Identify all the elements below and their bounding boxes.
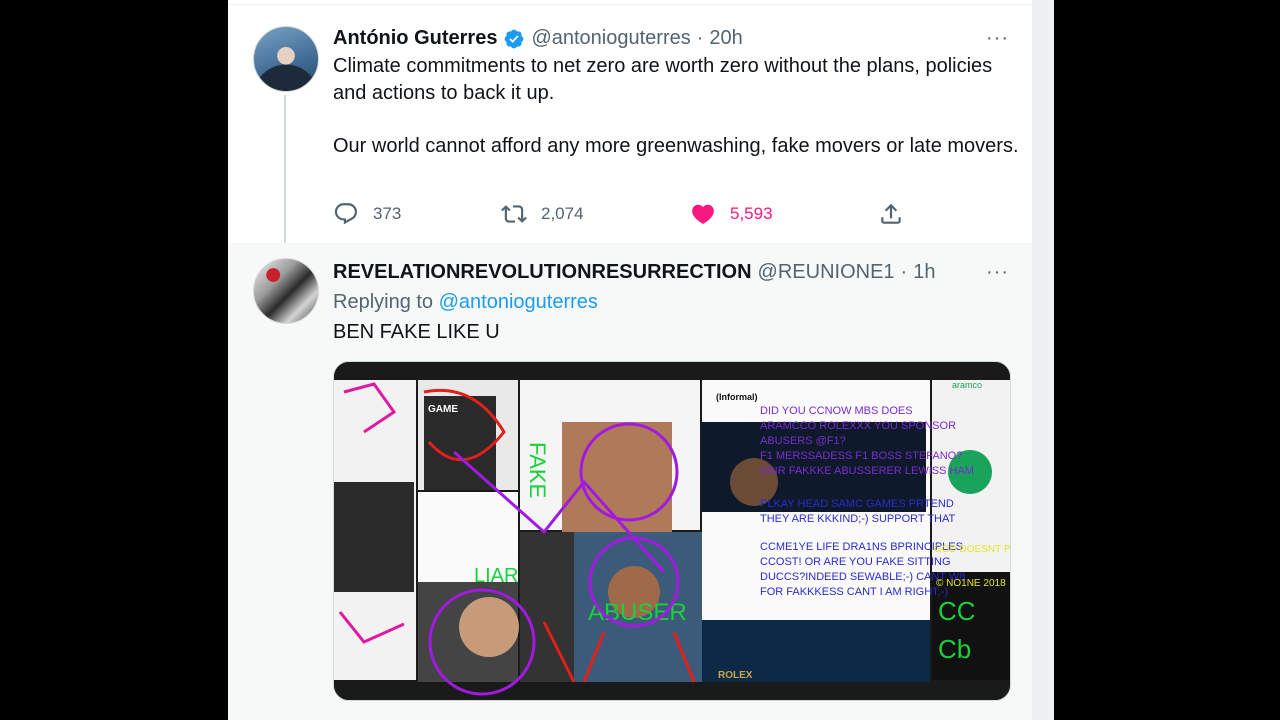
collage-text: Cb (938, 634, 971, 664)
reply-media-image[interactable]: GAME (Informal) aramco DID YOU CCNOW MBS… (333, 361, 1011, 701)
collage-text: ABUSERS @F1? (760, 435, 846, 447)
tweet-header: António Guterres @antonioguterres · 20h (333, 27, 743, 50)
reply-button[interactable]: 373 (333, 201, 401, 227)
share-icon (881, 203, 901, 224)
collage-text: GOD DOESNT PLAY DIC (934, 544, 1010, 555)
right-gutter (1032, 0, 1054, 720)
collage-text: aramco (952, 380, 982, 390)
more-options-icon[interactable]: ··· (986, 27, 1009, 50)
collage-text: (Informal) (716, 392, 758, 402)
heart-icon (692, 204, 714, 224)
collage-text: CC (938, 596, 976, 626)
reply-icon (334, 203, 358, 225)
collage-text: FOR FAKKKESS CANT I AM RIGHT;-) (760, 586, 948, 598)
replying-to-mention-link[interactable]: @antonioguterres (439, 291, 598, 313)
collage-text: DID YOU CCNOW MBS DOES (760, 405, 913, 417)
collage-text: F1 MERSSADESS F1 BOSS STEFANO? (760, 450, 962, 462)
reply-tweet[interactable]: REVELATIONREVOLUTIONRESURRECTION @REUNIO… (228, 243, 1032, 720)
verified-badge-icon (503, 28, 525, 50)
collage-text: SSIR FAKKKE ABUSSERER LEWISS HAM (760, 465, 974, 477)
collage-text: ROLEX (718, 670, 753, 681)
reply-author-avatar[interactable] (253, 258, 319, 324)
like-button[interactable]: 5,593 (690, 201, 773, 227)
tweet-actions: 373 2,074 5,593 (333, 201, 1023, 229)
replying-to-label: Replying to (333, 291, 434, 313)
collage-text: GAME (428, 404, 458, 415)
reply-header: REVELATIONREVOLUTIONRESURRECTION @REUNIO… (333, 261, 935, 284)
tweet-paragraph: Our world cannot afford any more greenwa… (333, 135, 1019, 157)
timeline-panel: António Guterres @antonioguterres · 20h … (228, 0, 1054, 720)
collage-text: PLKAY HEAD SAMC GAMES PRTEND (760, 498, 954, 510)
like-count: 5,593 (730, 204, 773, 223)
reply-timestamp[interactable]: 1h (913, 261, 935, 284)
reply-author-name[interactable]: REVELATIONREVOLUTIONRESURRECTION (333, 261, 752, 284)
tweet-timestamp[interactable]: 20h (709, 27, 742, 50)
retweet-button[interactable]: 2,074 (501, 201, 584, 227)
collage-text: LIAR (474, 565, 518, 587)
collage-text: CCME1YE LIFE DRA1NS BPRINCIPLES (760, 541, 963, 553)
author-name[interactable]: António Guterres (333, 27, 497, 50)
thread-connector-line (284, 95, 286, 263)
more-options-icon[interactable]: ··· (986, 261, 1009, 284)
collage-text: © NO1NE 2018 (936, 578, 1006, 589)
tweet-text: Climate commitments to net zero are wort… (333, 53, 1023, 160)
replying-to-line: Replying to @antonioguterres (333, 291, 598, 314)
reply-count: 373 (373, 204, 402, 223)
reply-author-handle[interactable]: @REUNIONE1 (758, 261, 895, 284)
tweet-paragraph: Climate commitments to net zero are wort… (333, 55, 993, 104)
retweet-icon (501, 205, 527, 223)
collage-text: DUCCS?INDEED SEWABLE;-) CANT W8 (760, 571, 965, 583)
share-button[interactable] (878, 201, 918, 227)
separator-dot: · (696, 27, 704, 49)
separator-dot: · (900, 261, 908, 283)
collage-text: THEY ARE KKKIND;-) SUPPORT THAT (760, 513, 955, 525)
retweet-count: 2,074 (541, 204, 584, 223)
main-tweet[interactable]: António Guterres @antonioguterres · 20h … (228, 5, 1032, 263)
author-avatar[interactable] (253, 26, 319, 92)
media-collage: GAME (Informal) aramco DID YOU CCNOW MBS… (334, 362, 1010, 700)
collage-text: CCOST! OR ARE YOU FAKE SITTING (760, 556, 951, 568)
collage-text: ARAMCCO ROLEXXX YOU SPONSOR (760, 420, 956, 432)
author-handle[interactable]: @antonioguterres (531, 27, 690, 50)
collage-text: FAKE (525, 442, 550, 498)
reply-text: BEN FAKE LIKE U (333, 321, 500, 343)
